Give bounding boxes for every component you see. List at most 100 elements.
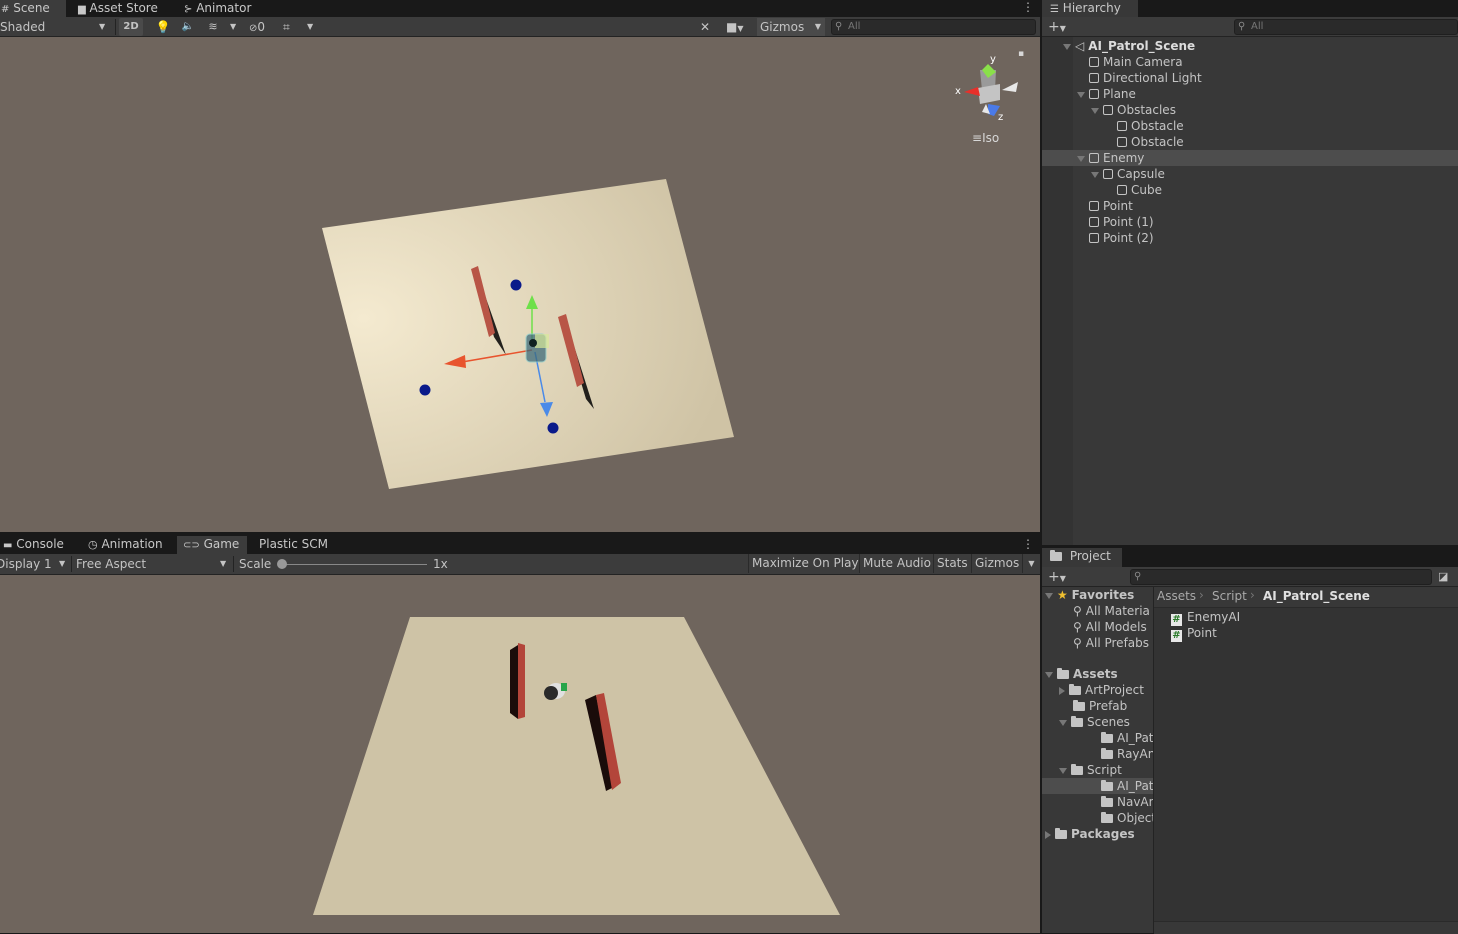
effects-toggle-icon[interactable]: ≋ [205, 18, 221, 36]
hierarchy-item[interactable]: Cube [1042, 182, 1458, 198]
maximize-on-play-button[interactable]: Maximize On Play [748, 554, 862, 573]
gizmos-button[interactable]: Gizmos [757, 18, 812, 36]
tab-animation[interactable]: ◷ Animation [82, 536, 169, 553]
expand-arrow-icon[interactable] [1063, 43, 1071, 50]
project-search-input[interactable]: ⚲ [1130, 569, 1432, 585]
tab-project[interactable]: Project [1042, 548, 1122, 567]
expand-arrow-icon[interactable] [1077, 155, 1085, 162]
hierarchy-item[interactable]: Obstacles [1042, 102, 1458, 118]
favorites-row[interactable]: ★ Favorites [1045, 587, 1134, 603]
asset-folder-item[interactable]: Prefab [1042, 698, 1153, 714]
hierarchy-item[interactable]: Main Camera [1042, 54, 1458, 70]
hierarchy-item[interactable]: Capsule [1042, 166, 1458, 182]
audio-toggle-icon[interactable]: 🔈 [180, 18, 196, 36]
game-viewport[interactable] [0, 575, 1040, 933]
hierarchy-item[interactable]: Directional Light [1042, 70, 1458, 86]
tab-console[interactable]: ▬ Console [0, 536, 70, 553]
tools-icon[interactable]: ✕ [700, 18, 716, 36]
asset-folder-item[interactable]: ArtProject [1042, 682, 1153, 698]
camera-dropdown[interactable]: ■▼ [726, 18, 752, 36]
folder-open-icon [1057, 668, 1069, 679]
asset-folder-item[interactable]: ObjectP [1042, 810, 1153, 826]
orientation-gizmo[interactable]: y x z [950, 54, 1022, 128]
favorite-item[interactable]: ⚲ All Materia [1073, 603, 1150, 619]
game-gizmos-dropdown-icon[interactable]: ▼ [1022, 554, 1040, 573]
display-dropdown[interactable]: Display 1 ▼ [0, 555, 68, 573]
gizmo-x-axis[interactable] [964, 87, 980, 96]
plus-icon: + [1048, 19, 1060, 35]
grid-dropdown-icon[interactable]: ▼ [307, 18, 313, 36]
enemy-selection-handle[interactable] [535, 334, 549, 348]
game-render [313, 617, 840, 915]
expand-arrow-icon[interactable] [1059, 767, 1067, 774]
file-item[interactable]: # EnemyAI [1171, 609, 1240, 626]
hierarchy-item-label: AI_Patrol_Scene [1088, 39, 1196, 53]
create-dropdown[interactable]: +▼ [1048, 18, 1066, 36]
hierarchy-item[interactable]: Point [1042, 198, 1458, 214]
file-item[interactable]: # Point [1171, 625, 1217, 642]
assets-row[interactable]: Assets [1045, 666, 1118, 682]
stats-button[interactable]: Stats [933, 554, 971, 573]
scale-slider-handle[interactable] [277, 559, 287, 569]
hierarchy-item[interactable]: Point (2) [1042, 230, 1458, 246]
tab-hierarchy[interactable]: ☰ Hierarchy [1042, 0, 1138, 17]
tab-scene[interactable]: # Scene [0, 0, 66, 17]
game-gizmos-button[interactable]: Gizmos [971, 554, 1023, 573]
grid-toggle-icon[interactable]: ⌗ [283, 18, 299, 36]
scene-menu-icon[interactable]: ⋮ [1022, 0, 1034, 14]
favorite-label: All Materia [1085, 604, 1150, 618]
asset-folder-item[interactable]: Scenes [1042, 714, 1153, 730]
scale-slider[interactable] [280, 564, 427, 565]
shading-mode-dropdown[interactable]: Shaded ▼ [0, 18, 110, 36]
hierarchy-item[interactable]: Obstacle [1042, 118, 1458, 134]
packages-row[interactable]: Packages [1045, 826, 1135, 842]
expand-arrow-icon[interactable] [1091, 107, 1099, 114]
hierarchy-item[interactable]: Obstacle [1042, 134, 1458, 150]
scene-viewport[interactable]: y x z ≡Iso ▪ [0, 37, 1040, 532]
tab-asset-store[interactable]: ▆ Asset Store [72, 0, 164, 17]
breadcrumb-assets[interactable]: Assets [1157, 589, 1196, 603]
patrol-point[interactable] [510, 279, 522, 291]
chevron-down-icon: ▼ [59, 559, 66, 568]
gizmo-neg-x-axis[interactable] [1002, 82, 1018, 92]
chevron-down-icon: ▼ [220, 559, 227, 568]
hierarchy-item[interactable]: ◁ AI_Patrol_Scene [1042, 38, 1458, 54]
asset-folder-item[interactable]: Script [1042, 762, 1153, 778]
lighting-toggle-icon[interactable]: 💡 [155, 18, 171, 36]
patrol-point[interactable] [547, 422, 559, 434]
animator-icon: ⊱ [184, 4, 193, 15]
favorite-item[interactable]: ⚲ All Models [1073, 619, 1147, 635]
aspect-dropdown[interactable]: Free Aspect ▼ [76, 555, 230, 573]
game-menu-icon[interactable]: ⋮ [1022, 537, 1034, 551]
hierarchy-search-input[interactable]: ⚲ All [1234, 19, 1458, 35]
asset-folder-item[interactable]: RayAnsł [1042, 746, 1153, 762]
expand-arrow-icon[interactable] [1077, 91, 1085, 98]
hierarchy-item[interactable]: Point (1) [1042, 214, 1458, 230]
patrol-point[interactable] [419, 384, 431, 396]
breadcrumb-current[interactable]: AI_Patrol_Scene [1263, 589, 1370, 603]
hierarchy-item[interactable]: Plane [1042, 86, 1458, 102]
toggle-2d-button[interactable]: 2D [119, 18, 143, 36]
asset-folder-item[interactable]: NavAndi [1042, 794, 1153, 810]
gizmos-dropdown-icon[interactable]: ▼ [811, 18, 825, 36]
tab-plastic-scm[interactable]: Plastic SCM [253, 536, 334, 553]
hierarchy-item[interactable]: Enemy [1042, 150, 1458, 166]
breadcrumb-script[interactable]: Script [1212, 589, 1247, 603]
expand-arrow-icon[interactable] [1059, 686, 1065, 695]
expand-arrow-icon[interactable] [1091, 171, 1099, 178]
scene-search-input[interactable]: ⚲ All [831, 19, 1036, 35]
create-asset-dropdown[interactable]: +▼ [1048, 568, 1066, 586]
scene-visibility-toggle[interactable]: ⊘0 [249, 18, 277, 36]
tab-game[interactable]: ⊂⊃ Game [177, 536, 247, 554]
expand-arrow-icon[interactable] [1059, 719, 1067, 726]
asset-folder-item[interactable]: AI_Patro [1042, 778, 1153, 794]
projection-toggle[interactable]: ≡Iso [972, 131, 999, 145]
lock-icon[interactable]: ▪ [1018, 49, 1024, 59]
lock-icon[interactable]: ◪ [1438, 568, 1448, 586]
mute-audio-button[interactable]: Mute Audio [859, 554, 934, 573]
effects-dropdown-icon[interactable]: ▼ [230, 18, 236, 36]
favorite-item[interactable]: ⚲ All Prefabs [1073, 635, 1149, 651]
asset-folder-item[interactable]: AI_Patro [1042, 730, 1153, 746]
tab-animator[interactable]: ⊱ Animator [178, 0, 257, 17]
folder-icon [1069, 684, 1081, 695]
